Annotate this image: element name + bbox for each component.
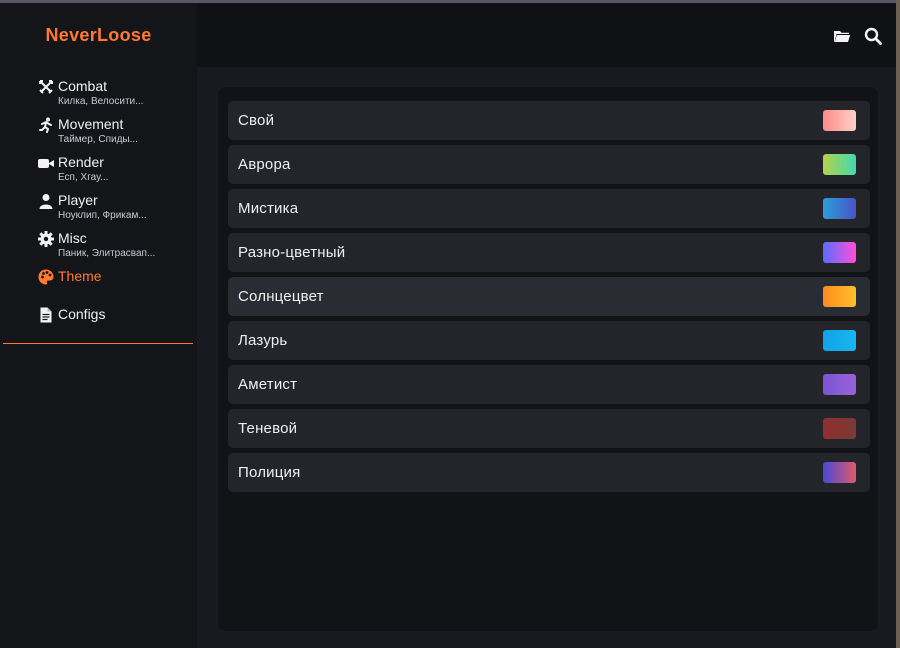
theme-name: Аметист <box>238 376 298 393</box>
sidebar-item-theme[interactable]: Theme <box>38 268 102 285</box>
theme-row-solntsetsvet[interactable]: Солнцецвет <box>228 277 870 316</box>
theme-row-razno-tsvetny[interactable]: Разно-цветный <box>228 233 870 272</box>
color-swatch <box>823 242 856 263</box>
sidebar-item-subtitle: Паник, Элитрасвап... <box>58 248 156 259</box>
sidebar-item-misc[interactable]: Misc Паник, Элитрасвап... <box>38 230 155 260</box>
color-swatch <box>823 286 856 307</box>
running-person-icon <box>38 117 54 133</box>
window-right-border <box>896 0 900 648</box>
sidebar-item-movement[interactable]: Movement Таймер, Спиды... <box>38 116 138 146</box>
color-swatch <box>823 154 856 175</box>
color-swatch <box>823 462 856 483</box>
sidebar-item-configs[interactable]: Configs <box>38 306 105 323</box>
folder-icon[interactable] <box>833 27 851 45</box>
color-swatch <box>823 374 856 395</box>
theme-panel: Свой Аврора Мистика Разно-цветный Солнце… <box>218 87 878 631</box>
sidebar-item-subtitle: Килка, Велосити... <box>58 96 144 107</box>
theme-name: Мистика <box>238 200 299 217</box>
theme-name: Теневой <box>238 420 298 437</box>
theme-row-mistika[interactable]: Мистика <box>228 189 870 228</box>
theme-name: Полиция <box>238 464 301 481</box>
theme-name: Свой <box>238 112 275 129</box>
theme-name: Солнцецвет <box>238 288 324 305</box>
sidebar-item-label: Configs <box>58 306 106 322</box>
sidebar-item-subtitle: Ноуклип, Фрикам... <box>58 210 147 221</box>
theme-row-ametist[interactable]: Аметист <box>228 365 870 404</box>
brand-logo: NeverLoose <box>45 25 152 45</box>
theme-row-avrora[interactable]: Аврора <box>228 145 870 184</box>
sidebar-item-label: Render <box>58 154 104 170</box>
sidebar-divider <box>3 343 193 344</box>
color-swatch <box>823 418 856 439</box>
theme-name: Лазурь <box>238 332 288 349</box>
document-icon <box>38 307 54 323</box>
sidebar-item-label: Movement <box>58 116 124 132</box>
sidebar-item-subtitle: Таймер, Спиды... <box>58 134 138 145</box>
sidebar-item-label: Player <box>58 192 98 208</box>
sidebar-item-label: Combat <box>58 78 108 94</box>
video-camera-icon <box>38 155 54 171</box>
crossed-swords-icon <box>38 79 54 95</box>
sidebar-item-render[interactable]: Render Есп, Хгау... <box>38 154 108 184</box>
sidebar-item-player[interactable]: Player Ноуклип, Фрикам... <box>38 192 147 222</box>
palette-icon <box>38 269 54 285</box>
search-icon[interactable] <box>864 27 882 45</box>
theme-row-tenevoy[interactable]: Теневой <box>228 409 870 448</box>
header-bar <box>197 3 896 67</box>
user-icon <box>38 193 54 209</box>
color-swatch <box>823 198 856 219</box>
sidebar-item-subtitle: Есп, Хгау... <box>58 172 109 183</box>
sidebar: NeverLoose Combat Килка, Велосити... Mov… <box>0 3 197 648</box>
theme-row-politsiya[interactable]: Полиция <box>228 453 870 492</box>
theme-list: Свой Аврора Мистика Разно-цветный Солнце… <box>228 101 870 497</box>
color-swatch <box>823 330 856 351</box>
sidebar-item-label: Misc <box>58 230 87 246</box>
theme-row-lazur[interactable]: Лазурь <box>228 321 870 360</box>
theme-row-svoy[interactable]: Свой <box>228 101 870 140</box>
theme-name: Разно-цветный <box>238 244 346 261</box>
theme-name: Аврора <box>238 156 291 173</box>
sidebar-item-label: Theme <box>58 268 102 284</box>
main-content: Свой Аврора Мистика Разно-цветный Солнце… <box>197 67 896 648</box>
sidebar-item-combat[interactable]: Combat Килка, Велосити... <box>38 78 143 108</box>
gear-icon <box>38 231 54 247</box>
color-swatch <box>823 110 856 131</box>
